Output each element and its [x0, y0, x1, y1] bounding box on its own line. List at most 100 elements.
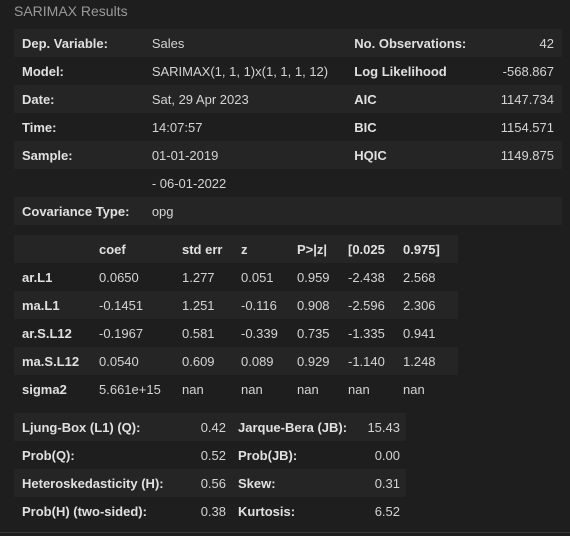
diagnostics-table: Ljung-Box (L1) (Q): 0.42 Jarque-Bera (JB):… [14, 413, 406, 525]
summary-stat-value: 1147.734 [489, 85, 562, 113]
summary-value: - 06-01-2022 [151, 169, 355, 197]
summary-stat-label: No. Observations: [354, 29, 490, 57]
coef-column-header: std err [182, 235, 241, 263]
summary-stat-value: 1154.571 [489, 113, 562, 141]
coef-cell: 2.306 [403, 291, 458, 319]
summary-value: opg [151, 197, 355, 225]
coef-cell: 0.941 [403, 319, 458, 347]
summary-stat-value: -568.867 [489, 57, 562, 85]
summary-stat-value [489, 169, 562, 197]
coef-cell: nan [403, 375, 458, 403]
coef-row: ma.S.L12 0.0540 0.609 0.089 0.929 -1.140 1.248 [14, 347, 458, 375]
coefficients-table: coef std err z P>|z| [0.025 0.975] ar.L1 0.0650… [14, 235, 458, 403]
coef-cell: 0.609 [182, 347, 241, 375]
summary-label: Date: [14, 85, 152, 113]
coef-cell: -0.116 [241, 291, 297, 319]
coef-cell: nan [241, 375, 297, 403]
diagnostic-value: 0.56 [182, 469, 226, 497]
coef-cell: -1.335 [348, 319, 403, 347]
diagnostic-value: 0.00 [348, 441, 406, 469]
coef-param-name: ma.S.L12 [14, 347, 99, 375]
summary-stat-label: BIC [354, 113, 490, 141]
coef-row: ar.L1 0.0650 1.277 0.051 0.959 -2.438 2.568 [14, 263, 458, 291]
coef-cell: -0.1451 [99, 291, 182, 319]
diagnostic-row: Ljung-Box (L1) (Q): 0.42 Jarque-Bera (JB):… [14, 413, 406, 441]
diagnostic-value: 6.52 [348, 497, 406, 525]
summary-row: Sample: 01-01-2019 HQIC 1149.875 [14, 141, 562, 169]
coef-cell: 0.0650 [99, 263, 182, 291]
coef-header-row: coef std err z P>|z| [0.025 0.975] [14, 235, 458, 263]
coef-row: ar.S.L12 -0.1967 0.581 -0.339 0.735 -1.335 0.9… [14, 319, 458, 347]
coef-cell: 1.248 [403, 347, 458, 375]
diagnostic-label: Heteroskedasticity (H): [14, 469, 182, 497]
coef-cell: -0.1967 [99, 319, 182, 347]
diagnostic-value: 0.38 [182, 497, 226, 525]
coef-column-header: [0.025 [348, 235, 403, 263]
summary-row: - 06-01-2022 [14, 169, 562, 197]
coef-column-header: coef [99, 235, 182, 263]
summary-value: 01-01-2019 [151, 141, 355, 169]
diagnostic-row: Heteroskedasticity (H): 0.56 Skew: 0.31 [14, 469, 406, 497]
coef-cell: 0.735 [297, 319, 348, 347]
coef-cell: 1.251 [182, 291, 241, 319]
coef-cell: 1.277 [182, 263, 241, 291]
summary-row: Model: SARIMAX(1, 1, 1)x(1, 1, 1, 12) Log … [14, 57, 562, 85]
diagnostic-value: 0.42 [182, 413, 226, 441]
coef-param-name: ma.L1 [14, 291, 99, 319]
diagnostic-label: Prob(Q): [14, 441, 182, 469]
coef-cell: 0.089 [241, 347, 297, 375]
coef-column-header: 0.975] [403, 235, 458, 263]
coef-param-name: ar.S.L12 [14, 319, 99, 347]
diagnostic-label: Jarque-Bera (JB): [226, 413, 348, 441]
coef-cell: nan [182, 375, 241, 403]
diagnostic-label: Prob(H) (two-sided): [14, 497, 182, 525]
summary-row: Dep. Variable: Sales No. Observations: 42 [14, 29, 562, 57]
diagnostic-label: Prob(JB): [226, 441, 348, 469]
summary-stat-label: AIC [354, 85, 490, 113]
coef-param-name: sigma2 [14, 375, 99, 403]
summary-label: Dep. Variable: [14, 29, 152, 57]
coef-row: ma.L1 -0.1451 1.251 -0.116 0.908 -2.596 2.306 [14, 291, 458, 319]
summary-value: Sales [151, 29, 355, 57]
summary-value: Sat, 29 Apr 2023 [151, 85, 355, 113]
summary-stat-value: 1149.875 [489, 141, 562, 169]
coef-param-name: ar.L1 [14, 263, 99, 291]
coef-cell: -2.438 [348, 263, 403, 291]
coef-row: sigma2 5.661e+15 nan nan nan nan nan [14, 375, 458, 403]
coef-cell: 0.929 [297, 347, 348, 375]
output-divider [0, 532, 570, 533]
summary-stat-value [489, 197, 562, 225]
coef-cell: nan [297, 375, 348, 403]
diagnostic-value: 0.52 [182, 441, 226, 469]
summary-stat-label: HQIC [354, 141, 490, 169]
summary-row: Covariance Type: opg [14, 197, 562, 225]
summary-stat-value: 42 [489, 29, 562, 57]
coef-cell: 2.568 [403, 263, 458, 291]
coef-column-header: P>|z| [297, 235, 348, 263]
summary-stat-label [354, 169, 490, 197]
coef-cell: -0.339 [241, 319, 297, 347]
summary-value: 14:07:57 [151, 113, 355, 141]
coef-cell: 0.051 [241, 263, 297, 291]
coef-cell: 0.581 [182, 319, 241, 347]
diagnostic-label: Ljung-Box (L1) (Q): [14, 413, 182, 441]
summary-label: Model: [14, 57, 152, 85]
diagnostic-row: Prob(Q): 0.52 Prob(JB): 0.00 [14, 441, 406, 469]
coef-cell: 0.908 [297, 291, 348, 319]
summary-label: Time: [14, 113, 152, 141]
summary-label: Covariance Type: [14, 197, 152, 225]
diagnostic-label: Skew: [226, 469, 348, 497]
summary-label: Sample: [14, 141, 152, 169]
summary-stat-label: Log Likelihood [354, 57, 490, 85]
coef-cell: -2.596 [348, 291, 403, 319]
coef-cell: nan [348, 375, 403, 403]
model-summary-table: Dep. Variable: Sales No. Observations: 42 Mo… [14, 29, 562, 225]
results-caption: SARIMAX Results [14, 3, 128, 19]
diagnostic-label: Kurtosis: [226, 497, 348, 525]
coef-cell: -1.140 [348, 347, 403, 375]
summary-stat-label [354, 197, 490, 225]
summary-row: Time: 14:07:57 BIC 1154.571 [14, 113, 562, 141]
coef-cell: 0.959 [297, 263, 348, 291]
coef-column-header: z [241, 235, 297, 263]
coef-cell: 5.661e+15 [99, 375, 182, 403]
